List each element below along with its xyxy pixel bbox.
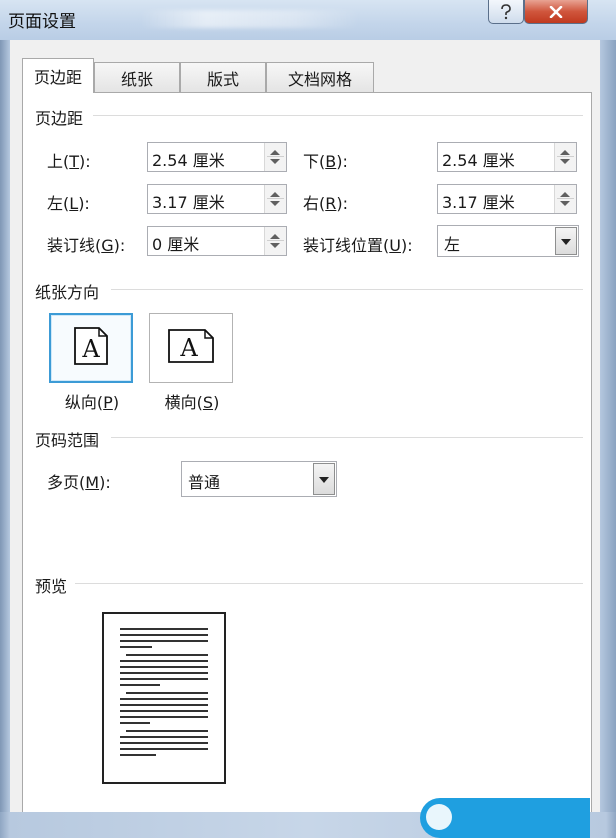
gutter-spinner[interactable]: 0 厘米 — [147, 226, 287, 256]
close-button[interactable] — [524, 0, 588, 24]
spin-arrows-icon[interactable] — [264, 143, 286, 171]
preview-section-title: 预览 — [35, 577, 68, 596]
portrait-button[interactable]: A — [49, 313, 133, 383]
tab-margins[interactable]: 页边距 — [22, 58, 94, 93]
right-margin-value[interactable]: 3.17 厘米 — [442, 189, 515, 213]
badge-dot — [426, 804, 452, 830]
spin-arrows-icon[interactable] — [264, 227, 286, 255]
gutter-label: 装订线(G): — [47, 236, 126, 255]
portrait-page-icon: A — [73, 326, 109, 370]
left-margin-label: 左(L): — [47, 194, 90, 213]
gutter-position-value: 左 — [444, 235, 461, 254]
gutter-position-label: 装订线位置(U): — [303, 236, 413, 255]
spin-arrows-icon[interactable] — [554, 185, 576, 213]
chevron-down-icon[interactable] — [555, 227, 577, 255]
right-margin-label: 右(R): — [303, 194, 349, 213]
tab-paper[interactable]: 纸张 — [94, 62, 180, 92]
spin-arrows-icon[interactable] — [264, 185, 286, 213]
portrait-label: 纵向(P) — [64, 393, 120, 412]
window-frame-left — [0, 40, 10, 812]
landscape-page-icon: A — [167, 328, 215, 368]
top-margin-spinner[interactable]: 2.54 厘米 — [147, 142, 287, 172]
divider — [111, 437, 583, 438]
window-title: 页面设置 — [8, 12, 76, 32]
svg-text:A: A — [179, 334, 198, 362]
divider — [111, 289, 583, 290]
left-margin-spinner[interactable]: 3.17 厘米 — [147, 184, 287, 214]
tab-label: 页边距 — [33, 68, 82, 87]
multiple-pages-label: 多页(M): — [47, 473, 111, 492]
orientation-section-title: 纸张方向 — [35, 283, 100, 302]
tab-document-grid[interactable]: 文档网格 — [266, 62, 374, 92]
page-preview-thumbnail — [102, 612, 226, 784]
blurred-title-area — [140, 10, 360, 28]
close-x-icon — [549, 5, 563, 18]
bottom-margin-value[interactable]: 2.54 厘米 — [442, 147, 515, 171]
svg-text:A: A — [81, 335, 100, 363]
landscape-label: 横向(S) — [164, 393, 220, 412]
margins-section-title: 页边距 — [35, 109, 84, 128]
pages-section-title: 页码范围 — [35, 431, 100, 450]
dialog-client-area: 页边距 纸张 版式 文档网格 页边距 上(T): 2.54 厘米 下(B): 2… — [10, 40, 600, 812]
left-margin-value[interactable]: 3.17 厘米 — [152, 189, 225, 213]
help-button[interactable] — [488, 0, 524, 24]
right-margin-spinner[interactable]: 3.17 厘米 — [437, 184, 577, 214]
multiple-pages-select[interactable]: 普通 — [181, 461, 337, 497]
gutter-value[interactable]: 0 厘米 — [152, 231, 199, 255]
gutter-position-select[interactable]: 左 — [437, 225, 579, 257]
window-frame-right — [600, 40, 616, 812]
chevron-down-icon[interactable] — [313, 463, 335, 495]
overlay-badge — [420, 798, 590, 838]
multiple-pages-value: 普通 — [188, 473, 221, 492]
divider — [93, 115, 583, 116]
bottom-margin-spinner[interactable]: 2.54 厘米 — [437, 142, 577, 172]
tab-label: 版式 — [206, 69, 239, 89]
landscape-button[interactable]: A — [149, 313, 233, 383]
top-margin-value[interactable]: 2.54 厘米 — [152, 147, 225, 171]
spin-arrows-icon[interactable] — [554, 143, 576, 171]
question-mark-icon — [499, 3, 513, 20]
top-margin-label: 上(T): — [47, 152, 91, 171]
divider — [75, 583, 583, 584]
tab-label: 文档网格 — [287, 69, 352, 89]
tab-layout[interactable]: 版式 — [180, 62, 266, 92]
tab-label: 纸张 — [120, 69, 153, 89]
bottom-margin-label: 下(B): — [303, 152, 348, 171]
title-bar[interactable]: 页面设置 — [0, 0, 616, 40]
